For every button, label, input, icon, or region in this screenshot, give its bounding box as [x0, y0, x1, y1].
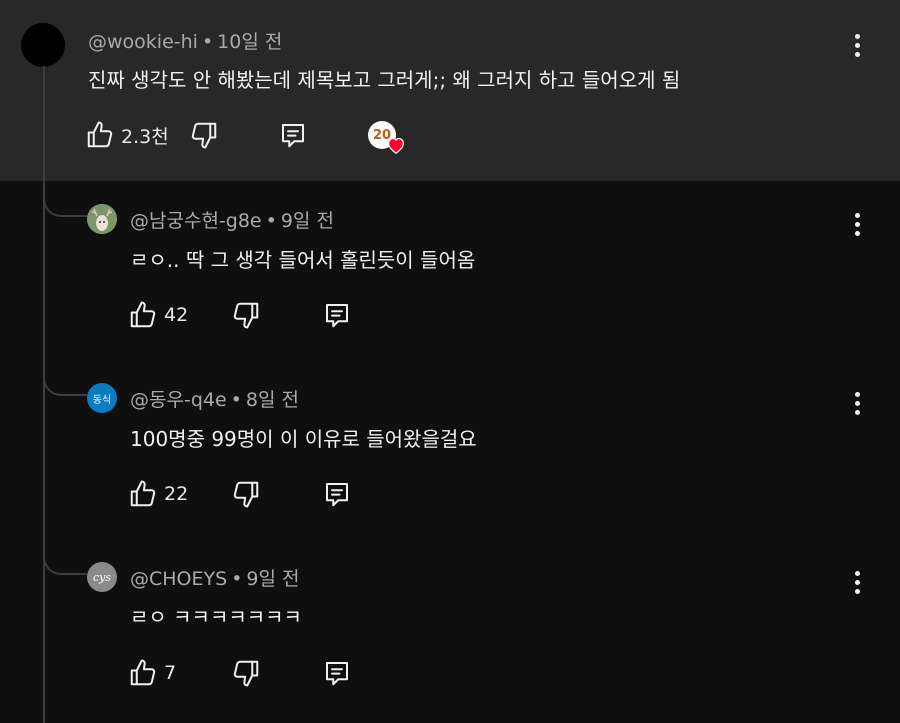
author-name[interactable]: @CHOEYS — [130, 568, 227, 590]
like-count: 22 — [164, 483, 189, 505]
like-count: 42 — [164, 304, 189, 326]
comment-meta: @CHOEYS • 9일 전 — [130, 564, 300, 591]
dislike-button[interactable] — [231, 479, 261, 509]
comment-text: ㄹㅇ.. 딱 그 생각 들어서 홀린듯이 들어옴 — [130, 248, 476, 272]
like-count: 7 — [164, 662, 177, 684]
comment-actions: 42 — [128, 300, 368, 336]
creator-heart-icon — [388, 137, 404, 154]
reply-icon — [326, 483, 348, 507]
like-icon — [130, 301, 156, 328]
dot — [854, 42, 860, 48]
dislike-icon — [233, 302, 259, 329]
more-options-icon — [854, 391, 860, 397]
more-options-icon — [854, 570, 860, 576]
separator: • — [265, 210, 277, 232]
dot — [854, 51, 860, 57]
like-button[interactable]: 2.3천 — [85, 120, 169, 150]
reply-icon — [326, 304, 348, 328]
dot — [854, 409, 860, 415]
author-name[interactable]: @동우-q4e — [130, 389, 227, 411]
more-options-button[interactable] — [847, 566, 867, 598]
comment-actions: 2.3천 20 — [85, 120, 425, 156]
reply-connector — [43, 370, 87, 396]
dislike-button[interactable] — [231, 658, 261, 688]
deer-avatar-icon — [87, 204, 117, 234]
avatar[interactable]: cys — [87, 562, 117, 592]
timestamp[interactable]: 9일 전 — [281, 210, 334, 232]
like-button[interactable]: 42 — [128, 300, 188, 330]
reply-button[interactable] — [322, 300, 352, 330]
reply-button[interactable] — [322, 479, 352, 509]
reply-icon — [282, 124, 304, 148]
more-options-icon — [854, 212, 860, 218]
separator: • — [201, 31, 214, 53]
reply-button[interactable] — [278, 120, 308, 150]
comment-text: ㄹㅇ ㅋㅋㅋㅋㅋㅋㅋ — [130, 605, 302, 629]
dot — [854, 230, 860, 236]
reply-button[interactable] — [322, 658, 352, 688]
like-button[interactable]: 7 — [128, 658, 176, 688]
reply-connector — [43, 191, 87, 217]
like-button[interactable]: 22 — [128, 479, 188, 509]
comment-actions: 7 — [128, 658, 368, 694]
more-options-button[interactable] — [847, 208, 867, 240]
reply-icon — [326, 662, 348, 686]
dot — [854, 588, 860, 594]
avatar[interactable] — [87, 204, 117, 234]
comment-meta: @남궁수현-g8e • 9일 전 — [130, 206, 334, 233]
dislike-icon — [191, 122, 217, 149]
dislike-icon — [233, 481, 259, 508]
comment-text: 100명중 99명이 이 이유로 들어왔을걸요 — [130, 427, 477, 451]
thread-line — [43, 66, 45, 723]
creator-heart: 20 — [368, 120, 408, 156]
comment-actions: 22 — [128, 479, 368, 515]
dot — [854, 579, 860, 585]
more-options-button[interactable] — [847, 387, 867, 419]
separator: • — [231, 568, 243, 590]
comment-meta: @동우-q4e • 8일 전 — [130, 385, 299, 412]
separator: • — [230, 389, 242, 411]
dislike-button[interactable] — [189, 120, 219, 150]
highlighted-comment: @wookie-hi • 10일 전 진짜 생각도 안 해봤는데 제목보고 그러게;… — [0, 0, 900, 181]
dislike-icon — [233, 660, 259, 687]
like-icon — [87, 121, 113, 148]
dislike-button[interactable] — [231, 300, 261, 330]
reply-connector — [43, 549, 87, 575]
avatar[interactable] — [21, 23, 65, 67]
timestamp[interactable]: 8일 전 — [246, 389, 299, 411]
dot — [854, 400, 860, 406]
dot — [854, 221, 860, 227]
more-options-icon — [854, 33, 860, 39]
comment-text: 진짜 생각도 안 해봤는데 제목보고 그러게;; 왜 그러지 하고 들어오게 됨 — [88, 68, 681, 92]
timestamp[interactable]: 10일 전 — [217, 31, 282, 53]
like-icon — [130, 480, 156, 507]
like-icon — [130, 659, 156, 686]
avatar[interactable]: 동식 — [87, 383, 117, 413]
more-options-button[interactable] — [847, 29, 867, 61]
comment-meta: @wookie-hi • 10일 전 — [88, 27, 282, 54]
timestamp[interactable]: 9일 전 — [246, 568, 299, 590]
author-name[interactable]: @wookie-hi — [88, 31, 198, 53]
author-name[interactable]: @남궁수현-g8e — [130, 210, 262, 232]
like-count: 2.3천 — [121, 125, 169, 148]
